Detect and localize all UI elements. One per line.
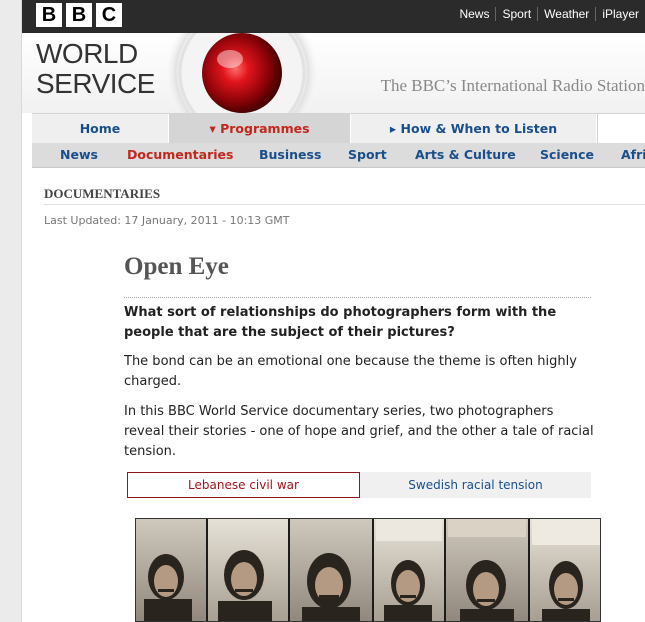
portrait-collage-image <box>136 519 600 621</box>
left-gutter <box>0 0 22 622</box>
world-service-wordmark[interactable]: WORLD SERVICE <box>36 39 155 99</box>
wordmark-line-1: WORLD <box>36 38 138 69</box>
page-title: Open Eye <box>124 253 229 280</box>
masthead: WORLD SERVICE The BBC’s International Ra… <box>22 33 645 113</box>
bbc-logo[interactable]: B B C <box>36 3 122 27</box>
world-service-orb-icon <box>164 33 320 113</box>
nav-primary-overflow <box>597 114 645 143</box>
portrait-collage-photo <box>135 518 601 622</box>
top-nav-weather[interactable]: Weather <box>537 7 595 21</box>
subnav-news[interactable]: News <box>60 147 98 162</box>
top-nav: News Sport Weather iPlayer <box>453 0 645 28</box>
top-nav-news[interactable]: News <box>453 7 495 21</box>
tagline: The BBC’s International Radio Station <box>380 76 645 95</box>
subnav-documentaries[interactable]: Documentaries <box>127 147 233 162</box>
tab-lebanese-civil-war[interactable]: Lebanese civil war <box>127 472 360 498</box>
tab-swedish-racial-tension[interactable]: Swedish racial tension <box>360 472 591 498</box>
last-updated: Last Updated: 17 January, 2011 - 10:13 G… <box>44 214 290 227</box>
top-nav-sport[interactable]: Sport <box>495 7 537 21</box>
subnav-business[interactable]: Business <box>259 147 321 162</box>
article-intro: What sort of relationships do photograph… <box>124 305 557 340</box>
nav-home[interactable]: Home <box>32 114 169 143</box>
subnav-science[interactable]: Science <box>540 147 594 162</box>
article-paragraph-1: The bond can be an emotional one because… <box>124 354 577 389</box>
bbc-logo-letter: B <box>66 3 92 27</box>
primary-nav: Home ▾ Programmes ▸ How & When to Listen <box>32 113 645 143</box>
secondary-nav: News Documentaries Business Sport Arts &… <box>32 143 645 168</box>
bbc-logo-letter: C <box>96 3 122 27</box>
bbc-top-bar: B B C News Sport Weather iPlayer <box>22 0 645 33</box>
headline-divider <box>124 297 591 298</box>
nav-how-when-to-listen[interactable]: ▸ How & When to Listen <box>351 114 597 143</box>
story-tabs: Lebanese civil war Swedish racial tensio… <box>127 472 591 498</box>
top-nav-iplayer[interactable]: iPlayer <box>595 7 645 21</box>
wordmark-line-2: SERVICE <box>36 68 155 99</box>
nav-programmes[interactable]: ▾ Programmes <box>169 114 351 143</box>
subnav-africa[interactable]: Afri <box>621 147 645 162</box>
bbc-logo-letter: B <box>36 3 62 27</box>
section-label: DOCUMENTARIES <box>44 186 161 201</box>
section-divider <box>44 204 645 205</box>
subnav-sport[interactable]: Sport <box>348 147 387 162</box>
article-paragraph-2: In this BBC World Service documentary se… <box>124 404 594 459</box>
subnav-arts-culture[interactable]: Arts & Culture <box>415 147 516 162</box>
